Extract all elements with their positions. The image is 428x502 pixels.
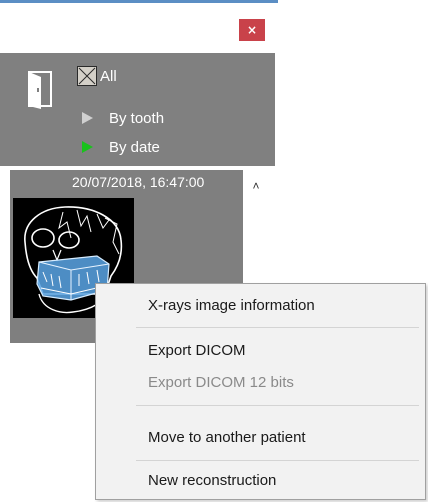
close-icon: × (246, 23, 258, 37)
cross-mark-icon (78, 67, 96, 85)
viewer-window: × All By tooth By date 20/07/2018, 16:47… (0, 0, 428, 502)
all-checkbox[interactable] (77, 66, 97, 86)
menu-separator (136, 460, 419, 461)
window-accent-line (0, 0, 278, 3)
chevron-up-icon: ˄ (252, 179, 260, 193)
menu-separator (136, 405, 419, 406)
menu-separator (136, 327, 419, 328)
by-date-filter-label[interactable]: By date (109, 139, 160, 156)
menu-item-export-dicom-12bits: Export DICOM 12 bits (148, 374, 294, 391)
image-datetime: 20/07/2018, 16:47:00 (72, 174, 205, 190)
all-filter-label[interactable]: All (100, 68, 117, 85)
menu-item-xray-info[interactable]: X-rays image information (148, 297, 315, 314)
menu-item-new-reconstruction[interactable]: New reconstruction (148, 472, 276, 489)
close-button[interactable]: × (239, 19, 265, 41)
by-date-arrow-icon[interactable] (82, 141, 93, 153)
scroll-up-button[interactable]: ˄ (246, 177, 266, 195)
by-tooth-filter-label[interactable]: By tooth (109, 110, 164, 127)
context-menu: X-rays image information Export DICOM Ex… (95, 283, 426, 500)
by-tooth-arrow-icon[interactable] (82, 112, 93, 124)
menu-item-move-patient[interactable]: Move to another patient (148, 429, 306, 446)
exit-door-icon[interactable] (26, 68, 56, 110)
menu-item-export-dicom[interactable]: Export DICOM (148, 342, 246, 359)
